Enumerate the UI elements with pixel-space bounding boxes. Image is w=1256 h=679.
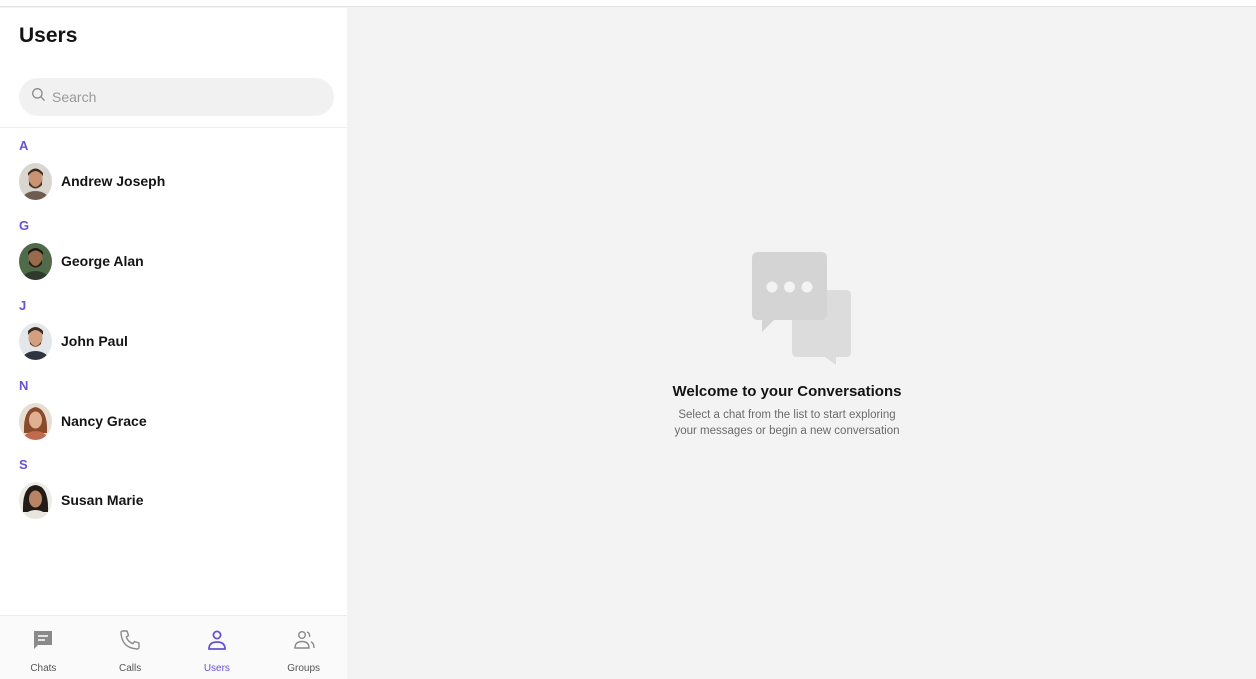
user-name: John Paul [61,333,128,349]
welcome-line-2: your messages or begin a new conversatio… [674,425,900,437]
user-item-susan-marie[interactable]: Susan Marie [19,480,329,520]
section-letter-a: A [19,138,29,153]
users-sidebar: Users A Andrew Joseph G George Alan J Jo… [0,8,347,679]
chat-icon [31,628,55,657]
chat-bubbles-icon [752,252,852,365]
section-letter-j: J [19,298,27,313]
user-name: Susan Marie [61,492,144,508]
sidebar-title: Users [19,24,78,47]
user-item-nancy-grace[interactable]: Nancy Grace [19,401,329,441]
avatar [19,242,52,280]
avatar [19,402,52,440]
nav-groups[interactable]: Groups [260,616,347,679]
nav-calls[interactable]: Calls [87,616,174,679]
user-icon [205,628,229,657]
list-divider [0,127,347,128]
phone-icon [118,628,142,657]
welcome-line-1: Select a chat from the list to start exp… [678,409,896,421]
search-input[interactable] [52,89,312,105]
nav-label: Chats [30,663,57,674]
nav-chats[interactable]: Chats [0,616,87,679]
search-icon [31,87,46,107]
user-item-andrew-joseph[interactable]: Andrew Joseph [19,161,329,201]
welcome-description: Select a chat from the list to start exp… [347,407,1227,439]
avatar [19,162,52,200]
user-item-george-alan[interactable]: George Alan [19,241,329,281]
group-icon [292,628,316,657]
section-letter-n: N [19,378,29,393]
conversation-panel: Welcome to your Conversations Select a c… [347,8,1256,679]
welcome-title: Welcome to your Conversations [672,383,902,400]
section-letter-g: G [19,218,30,233]
bottom-navigation: Chats Calls Users Groups [0,615,347,679]
search-bar[interactable] [19,78,334,116]
top-border [0,0,1256,7]
section-letter-s: S [19,457,28,472]
avatar [19,481,52,519]
user-name: Andrew Joseph [61,173,166,189]
user-item-john-paul[interactable]: John Paul [19,321,329,361]
nav-label: Users [203,663,230,674]
nav-label: Calls [119,663,142,674]
user-name: George Alan [61,253,144,269]
nav-label: Groups [287,663,321,674]
user-name: Nancy Grace [61,413,147,429]
nav-users[interactable]: Users [174,616,261,679]
avatar [19,322,52,360]
